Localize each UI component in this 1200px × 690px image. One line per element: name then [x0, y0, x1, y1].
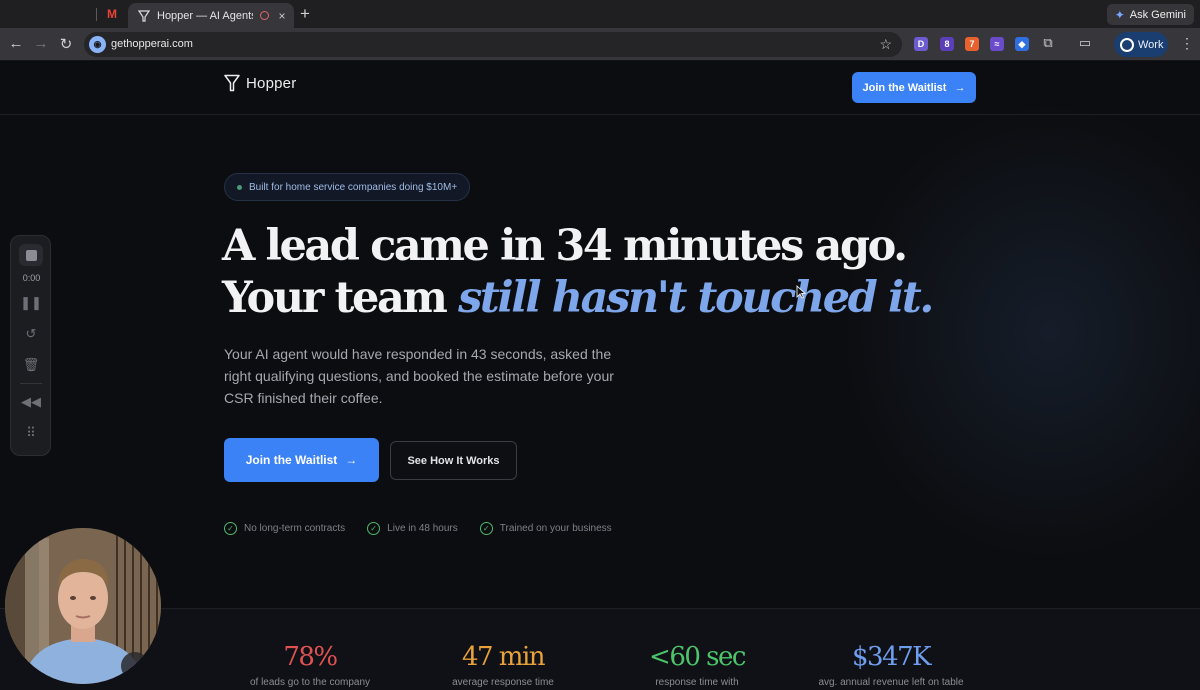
stat-label: average response time [452, 677, 554, 688]
d-extension-icon[interactable]: D [914, 37, 928, 51]
hopper-logo-icon [224, 74, 240, 92]
screen-recorder-toolbar: 0:00 ❚❚ ↺ 🗑 ◀◀ ⠿ [10, 235, 51, 456]
browser-toolbar: ← → ↻ ◉ gethopperai.com ☆ D 8 7 ≈ ◆ ⧉ ▭ Work… [0, 28, 1200, 61]
site-header: Hopper Join the Waitlist → [0, 62, 1200, 115]
grid-dots-icon: ⠿ [26, 425, 36, 440]
perk-label: Trained on your business [499, 523, 612, 534]
badge-text: Built for home service companies doing $… [249, 181, 458, 193]
tab-divider [96, 8, 97, 21]
profile-label: Work [1138, 38, 1164, 51]
ask-gemini-label: Ask Gemini [1129, 8, 1186, 21]
stat-ai-response: <60 sec response time with [607, 642, 787, 688]
ask-gemini-button[interactable]: ✦ Ask Gemini [1106, 4, 1194, 25]
profile-avatar-icon [1120, 37, 1134, 52]
trash-icon: 🗑 [22, 357, 40, 372]
webcam-presenter-image [5, 528, 161, 684]
gmail-tab-icon[interactable]: M [104, 6, 120, 22]
rewind-button[interactable]: ◀◀ [19, 392, 43, 412]
stop-recording-button[interactable] [19, 244, 43, 266]
secondary-cta-label: See How It Works [407, 454, 500, 467]
active-tab[interactable]: Hopper — AI Agents for H × [128, 3, 294, 28]
hero-headline: A lead came in 34 minutes ago. Your team… [222, 220, 934, 324]
new-tab-button[interactable]: + [300, 4, 310, 24]
arrow-right-icon: → [345, 453, 358, 467]
perk-label: No long-term contracts [244, 523, 346, 534]
perks-list: ✓ No long-term contracts ✓ Live in 48 ho… [224, 522, 612, 535]
recorder-divider [20, 383, 42, 384]
grid-menu-button[interactable]: ⠿ [19, 423, 43, 443]
rewind-icon: ◀◀ [21, 394, 41, 409]
hero-join-waitlist-button[interactable]: Join the Waitlist → [224, 438, 379, 482]
stat-value: 78% [283, 642, 338, 672]
hopper-favicon-icon [138, 9, 150, 22]
pause-button[interactable]: ❚❚ [19, 293, 43, 313]
logo-text: Hopper [246, 74, 297, 92]
stat-response-time: 47 min average response time [413, 642, 593, 688]
headline-line-2-accent: still hasn't touched it. [458, 273, 934, 323]
stat-value: 47 min [461, 642, 546, 672]
target-audience-badge: Built for home service companies doing $… [224, 173, 471, 201]
tab-title: Hopper — AI Agents for H [157, 9, 253, 22]
headline-line-2-plain: Your team [222, 273, 459, 323]
stop-icon [25, 249, 37, 261]
stats-section: 78% of leads go to the company 47 min av… [0, 608, 1200, 690]
see-how-it-works-button[interactable]: See How It Works [390, 441, 517, 480]
delete-recording-button[interactable]: 🗑 [19, 355, 43, 375]
extensions-puzzle-icon[interactable]: ⧉ [1040, 35, 1056, 51]
check-circle-icon: ✓ [224, 522, 237, 535]
badge-dot-icon [237, 184, 242, 190]
headline-line-1: A lead came in 34 minutes ago. [222, 221, 908, 271]
header-join-waitlist-button[interactable]: Join the Waitlist → [852, 72, 976, 103]
recording-timer: 0:00 [22, 273, 41, 283]
background-glow [840, 102, 1200, 562]
pause-icon: ❚❚ [20, 295, 42, 310]
hero-subcopy: Your AI agent would have responded in 43… [224, 346, 614, 406]
perk-item: ✓ Live in 48 hours [367, 522, 458, 535]
arrow-right-icon: → [954, 81, 966, 94]
stat-value: $347K [851, 642, 932, 672]
webcam-bubble[interactable] [5, 528, 161, 684]
site-info-icon[interactable]: ◉ [89, 36, 106, 53]
landing-page: Hopper Join the Waitlist → Built for hom… [0, 62, 1200, 690]
hero-cta-label: Join the Waitlist [245, 453, 338, 467]
mouse-cursor-icon [796, 285, 806, 299]
stat-label: of leads go to the company [249, 677, 371, 688]
blue-extension-icon[interactable]: ◆ [1015, 37, 1029, 51]
stat-label: avg. annual revenue left on table [818, 677, 964, 688]
tab-search-icon[interactable]: ▭ [1077, 35, 1093, 51]
restart-button[interactable]: ↺ [19, 324, 43, 344]
header-cta-label: Join the Waitlist [862, 81, 947, 94]
profile-work-button[interactable]: Work [1114, 32, 1168, 57]
dark-reader-extension-icon[interactable]: 8 [940, 37, 954, 51]
reload-icon[interactable]: ↻ [58, 35, 74, 53]
browser-tab-strip: M Hopper — AI Agents for H × + ✦ Ask Gem… [0, 0, 1200, 28]
restart-icon: ↺ [25, 326, 37, 341]
perk-item: ✓ No long-term contracts [224, 522, 345, 535]
purple-extension-icon[interactable]: ≈ [990, 37, 1004, 51]
tab-close-icon[interactable]: × [276, 9, 288, 23]
recording-indicator-icon [260, 11, 269, 20]
forward-arrow-icon[interactable]: → [33, 35, 49, 52]
url-text[interactable]: gethopperai.com [111, 38, 193, 50]
stat-label: response time with [655, 677, 739, 688]
check-circle-icon: ✓ [367, 522, 381, 535]
stat-leads: 78% of leads go to the company [220, 642, 400, 688]
hopper-logo[interactable]: Hopper [224, 74, 296, 92]
back-arrow-icon[interactable]: ← [8, 35, 24, 52]
bookmark-star-icon[interactable]: ☆ [879, 36, 892, 53]
orange-extension-icon[interactable]: 7 [965, 37, 979, 51]
gemini-sparkle-icon: ✦ [1114, 7, 1125, 22]
check-circle-icon: ✓ [479, 522, 493, 535]
address-bar[interactable]: ◉ gethopperai.com ☆ [84, 32, 902, 57]
stat-value: <60 sec [649, 642, 746, 672]
browser-menu-icon[interactable]: ⋮ [1180, 35, 1194, 52]
perk-label: Live in 48 hours [387, 523, 458, 534]
stat-revenue: $347K avg. annual revenue left on table [801, 642, 981, 688]
perk-item: ✓ Trained on your business [479, 522, 612, 535]
